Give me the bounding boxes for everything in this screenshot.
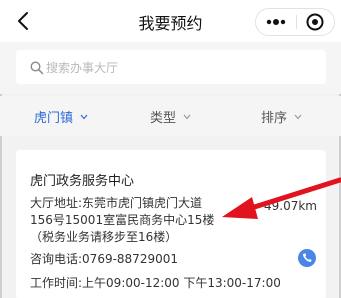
chevron-down-icon xyxy=(294,109,302,124)
search-icon xyxy=(30,60,44,75)
hall-distance: 49.07km xyxy=(264,199,317,213)
filter-sort[interactable]: 排序 xyxy=(261,107,302,126)
address-line: 大厅地址:东莞市虎门镇虎门大道 xyxy=(30,196,203,210)
search-placeholder: 搜索办事大厅 xyxy=(46,61,119,75)
search-bar-area: 搜索办事大厅 xyxy=(0,42,341,94)
chevron-down-icon xyxy=(80,109,88,124)
mini-program-capsule xyxy=(255,8,335,36)
filter-region[interactable]: 虎门镇 xyxy=(34,107,88,126)
more-icon[interactable] xyxy=(256,9,296,35)
phone-icon[interactable] xyxy=(298,249,316,267)
hall-address: 大厅地址:东莞市虎门镇虎门大道 156号15001室富民商务中心15楼 （税务业… xyxy=(30,195,250,246)
nav-bar: 我要预约 xyxy=(0,0,341,42)
filter-bar: 虎门镇 类型 排序 xyxy=(0,96,341,136)
search-input[interactable]: 搜索办事大厅 xyxy=(16,50,326,84)
service-hall-card[interactable]: 虎门政务服务中心 大厅地址:东莞市虎门镇虎门大道 156号15001室富民商务中… xyxy=(16,150,326,298)
filter-type[interactable]: 类型 xyxy=(150,107,191,126)
close-target-icon[interactable] xyxy=(296,9,334,35)
address-line: 156号15001室富民商务中心15楼 xyxy=(30,213,215,227)
filter-sort-label: 排序 xyxy=(261,111,288,126)
hall-name: 虎门政务服务中心 xyxy=(30,174,135,189)
filter-region-label: 虎门镇 xyxy=(34,111,74,126)
hall-phone: 咨询电话:0769-88729001 xyxy=(30,252,178,266)
hall-hours: 工作时间:上午09:00-12:00 下午13:00-17:00 xyxy=(30,276,281,290)
filter-type-label: 类型 xyxy=(150,111,177,126)
address-line: （税务业务请移步至16楼） xyxy=(30,230,178,244)
chevron-down-icon xyxy=(183,109,191,124)
